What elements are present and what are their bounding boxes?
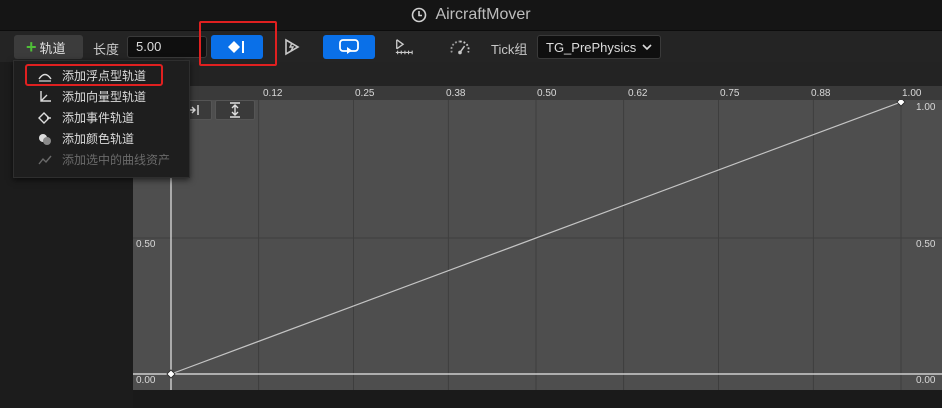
y-tick-label-left: 0.00 (136, 375, 156, 386)
curve-canvas[interactable] (133, 86, 942, 390)
loop-button[interactable] (323, 35, 375, 59)
tick-group-value: TG_PrePhysics (546, 39, 637, 55)
length-label: 长度 (93, 42, 120, 57)
menu-item-add-selected-curve-asset: 添加选中的曲线资产 (14, 149, 190, 170)
y-tick-label-right: 1.00 (916, 102, 936, 113)
keyframe-point[interactable] (166, 369, 176, 379)
event-diamond-icon (38, 111, 51, 124)
x-tick-label: 0.62 (628, 88, 648, 99)
annotation-highlight-menu-item (25, 64, 163, 86)
menu-item-add-event-track[interactable]: 添加事件轨道 (14, 107, 190, 128)
x-tick-label: 0.25 (355, 88, 375, 99)
y-tick-label-left: 0.50 (136, 239, 156, 250)
menu-item-label: 添加颜色轨道 (62, 132, 135, 146)
vector-axes-icon (40, 90, 51, 102)
fit-vertical-icon (230, 102, 240, 118)
annotation-highlight-toolbar (199, 21, 277, 66)
x-tick-label: 0.88 (811, 88, 831, 99)
menu-item-label: 添加事件轨道 (62, 111, 135, 125)
color-icon (39, 133, 51, 145)
menu-item-add-vector-track[interactable]: 添加向量型轨道 (14, 86, 190, 107)
toolbar: + 轨道 长度 5.00 Tick组 TG_PrePhysics (0, 30, 942, 62)
loop-icon (339, 39, 359, 54)
x-tick-label: 0.50 (537, 88, 557, 99)
x-tick-label: 0.75 (720, 88, 740, 99)
plus-icon: + (26, 37, 37, 57)
menu-item-add-color-track[interactable]: 添加颜色轨道 (14, 128, 190, 149)
chevron-down-icon (642, 44, 652, 51)
autoplay-icon[interactable] (283, 37, 303, 57)
window-title: AircraftMover (435, 6, 531, 23)
y-tick-label-right: 0.50 (916, 239, 936, 250)
y-tick-label-right: 0.00 (916, 375, 936, 386)
length-input[interactable]: 5.00 (127, 36, 207, 58)
graph-scrollbar[interactable] (133, 390, 942, 408)
x-tick-label: 0.12 (263, 88, 283, 99)
add-track-label: 轨道 (39, 40, 66, 56)
fit-vertical-button[interactable] (215, 100, 255, 120)
x-tick-label: 1.00 (902, 88, 922, 99)
add-track-button[interactable]: + 轨道 (14, 35, 83, 59)
x-tick-label: 0.38 (446, 88, 466, 99)
clock-icon (412, 7, 427, 23)
title-bar: AircraftMover (0, 0, 942, 30)
curve-graph[interactable] (133, 86, 942, 390)
ignore-time-dilation-icon[interactable] (450, 37, 470, 57)
menu-item-label: 添加选中的曲线资产 (62, 153, 171, 167)
tick-group-label: Tick组 (491, 42, 528, 57)
menu-item-label: 添加向量型轨道 (62, 90, 147, 104)
curve-asset-icon (38, 155, 52, 164)
replicated-icon[interactable] (394, 37, 414, 57)
tick-group-select[interactable]: TG_PrePhysics (537, 35, 661, 59)
